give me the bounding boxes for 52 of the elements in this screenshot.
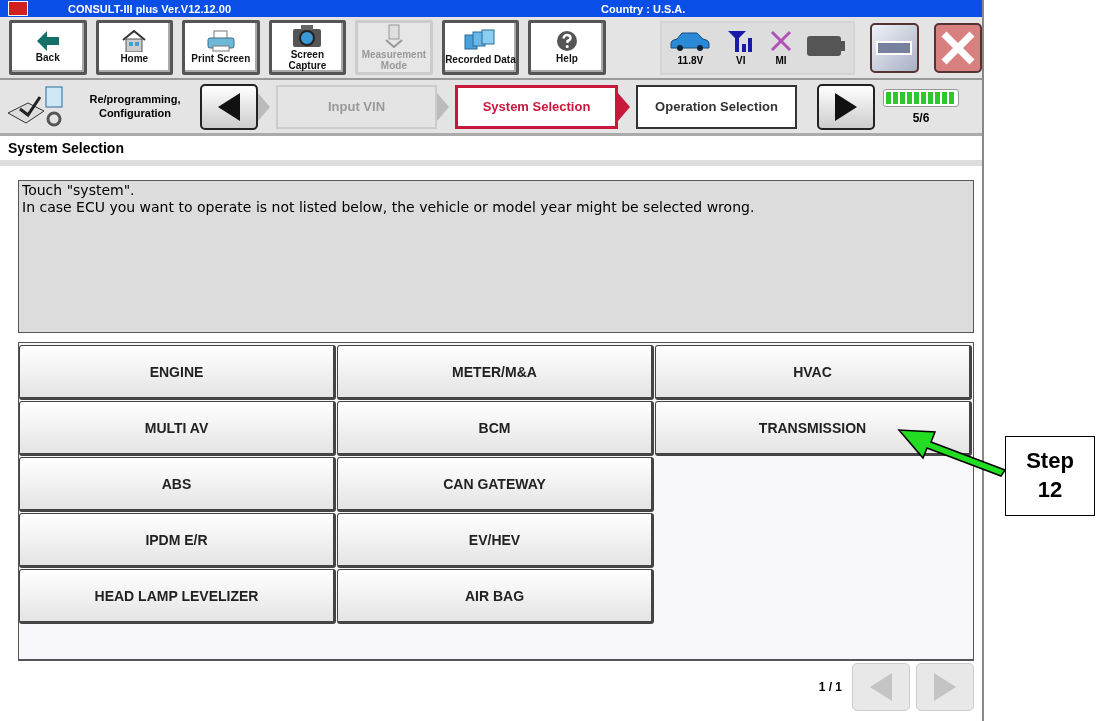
camera-icon	[292, 24, 323, 48]
country-label: Country : U.S.A.	[601, 2, 686, 15]
system-button[interactable]: ABS	[19, 457, 336, 512]
toolbar-button[interactable]: Screen Capture	[268, 20, 347, 75]
system-button[interactable]: MULTI AV	[19, 401, 336, 456]
next-step-button[interactable]	[817, 83, 875, 130]
system-button[interactable]: BCM	[337, 401, 654, 456]
car-icon	[669, 29, 712, 52]
section-title: System Selection	[0, 136, 982, 166]
system-button[interactable]: EV/HEV	[337, 513, 654, 568]
system-button[interactable]: CAN GATEWAY	[337, 457, 654, 512]
minimize-button[interactable]	[870, 22, 919, 73]
step-callout: Step 12	[1005, 436, 1095, 516]
right-triangle-icon	[932, 672, 958, 702]
system-button[interactable]: TRANSMISSION	[655, 401, 972, 456]
previous-step-button[interactable]	[200, 83, 258, 130]
page-counter: 1 / 1	[818, 680, 842, 694]
system-button[interactable]: METER/M&A	[337, 345, 654, 400]
system-button[interactable]: AIR BAG	[337, 569, 654, 624]
cross-icon	[770, 29, 793, 52]
system-button[interactable]: HEAD LAMP LEVELIZER	[19, 569, 336, 624]
right-triangle-icon	[833, 91, 859, 122]
close-icon	[939, 29, 976, 66]
system-button[interactable]: HVAC	[655, 345, 972, 400]
printer-icon	[205, 30, 236, 53]
close-button[interactable]	[933, 22, 983, 73]
toolbar-button[interactable]: Recorded Data	[441, 20, 520, 75]
left-triangle-icon	[216, 91, 242, 122]
toolbar-button[interactable]: Home	[95, 20, 174, 75]
toolbar-button[interactable]: Back	[9, 20, 87, 75]
status-label: MI	[775, 54, 787, 66]
status-label: 11.8V	[677, 54, 704, 66]
toolbar-button[interactable]: Help	[528, 20, 606, 75]
house-icon	[122, 30, 147, 53]
instruction-message: Touch "system". In case ECU you want to operate is not listed below, the vehicle or model year might be selected wrong.	[18, 180, 974, 333]
back-arrow-icon	[36, 31, 59, 52]
app-logo-icon	[8, 1, 28, 16]
function-title: Re/programming, Configuration	[88, 93, 182, 120]
step-tab[interactable]: Operation Selection	[636, 84, 797, 129]
app-version-title: CONSULT-III plus Ver.V12.12.00	[68, 2, 232, 15]
help-icon	[555, 30, 578, 53]
battery-icon	[807, 36, 846, 56]
step-counter: 5/6	[912, 110, 930, 125]
step-tab[interactable]: System Selection	[455, 84, 618, 129]
system-button[interactable]: IPDM E/R	[19, 513, 336, 568]
left-triangle-icon	[868, 672, 894, 702]
system-button[interactable]: ENGINE	[19, 345, 336, 400]
status-label: VI	[736, 54, 746, 66]
signal-icon	[726, 29, 755, 52]
toolbar-button[interactable]: Print Screen	[182, 20, 260, 75]
meter-icon	[383, 24, 404, 48]
minimize-icon	[876, 40, 913, 55]
